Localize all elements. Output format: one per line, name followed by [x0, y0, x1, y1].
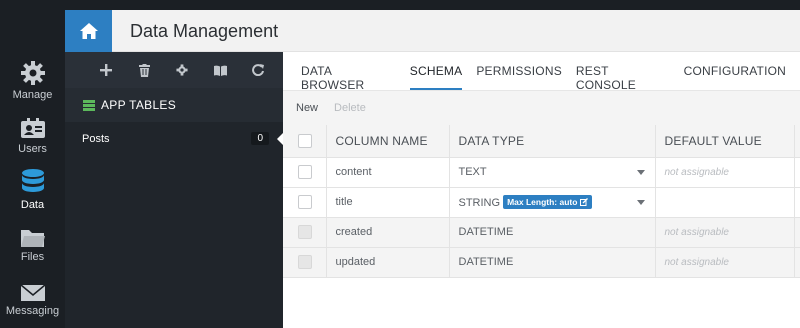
add-table-button[interactable] [87, 64, 125, 76]
tab-schema[interactable]: SCHEMA [409, 64, 463, 90]
default-value-cell: not assignable [655, 247, 795, 278]
chevron-down-icon[interactable] [636, 169, 645, 175]
row-checkbox[interactable] [298, 195, 312, 209]
app-tables-header: APP TABLES [65, 88, 283, 122]
rail-item-users[interactable]: Users [0, 118, 65, 155]
rail-label: Users [18, 143, 47, 155]
data-type-value: STRING [458, 197, 501, 209]
gear-icon [20, 61, 45, 85]
rail-label: Manage [12, 89, 53, 101]
default-value: not assignable [664, 167, 730, 178]
row-checkbox [298, 255, 312, 269]
default-value-cell: not assignable [655, 157, 795, 188]
tab-bar: DATA BROWSER SCHEMA PERMISSIONS REST CON… [283, 64, 800, 92]
table-row: updated DATETIME not assignable [283, 247, 800, 278]
users-icon [20, 118, 45, 138]
row-checkbox [298, 225, 312, 239]
schema-action-bar: New Delete [283, 90, 800, 125]
trash-icon [138, 63, 150, 77]
panel-toolbar [65, 52, 283, 88]
data-type-value: TEXT [458, 166, 487, 178]
docs-button[interactable] [201, 65, 239, 76]
refresh-button[interactable] [239, 64, 277, 76]
folder-icon [20, 230, 45, 247]
table-row[interactable]: content TEXT not assignable [283, 157, 800, 188]
add-icon [100, 64, 112, 76]
data-type-value: DATETIME [458, 256, 514, 268]
table-item-posts[interactable]: Posts 0 [65, 126, 284, 152]
tab-permissions[interactable]: PERMISSIONS [476, 64, 562, 90]
max-length-badge[interactable]: Max Length: auto [503, 195, 592, 209]
column-name-cell: content [326, 157, 450, 188]
select-all-checkbox[interactable] [298, 134, 312, 149]
edit-icon [579, 198, 588, 206]
data-type-value: DATETIME [458, 226, 514, 238]
column-header-name: COLUMN NAME [326, 125, 450, 158]
top-strip [65, 0, 800, 10]
column-header-type: DATA TYPE [449, 125, 656, 158]
main-content: DATA BROWSER SCHEMA PERMISSIONS REST CON… [283, 52, 800, 328]
rail-label: Files [20, 251, 45, 263]
data-type-cell[interactable]: STRING Max Length: auto [449, 187, 656, 218]
envelope-icon [20, 284, 45, 301]
tab-data-browser[interactable]: DATA BROWSER [301, 64, 396, 92]
rail-item-manage[interactable]: Manage [0, 60, 65, 101]
table-item-label: Posts [82, 133, 110, 145]
app-tables-label: APP TABLES [101, 98, 177, 112]
gear-icon [176, 64, 188, 76]
table-row: created DATETIME not assignable [283, 217, 800, 248]
rail-item-data[interactable]: Data [0, 168, 65, 211]
column-header-default: DEFAULT VALUE [655, 125, 795, 158]
tables-panel: APP TABLES Posts 0 [65, 52, 284, 328]
schema-table: COLUMN NAME DATA TYPE DEFAULT VALUE cont… [283, 125, 800, 278]
rail-item-files[interactable]: Files [0, 228, 65, 263]
data-type-cell: DATETIME [449, 217, 656, 248]
nav-rail: Manage Users Data Files Messaging [0, 0, 65, 328]
home-button[interactable] [65, 10, 112, 52]
new-column-button[interactable]: New [296, 102, 318, 114]
tab-configuration[interactable]: CONFIGURATION [684, 64, 786, 90]
table-settings-button[interactable] [163, 64, 201, 76]
default-value-cell[interactable] [655, 187, 795, 218]
default-value: not assignable [664, 227, 730, 238]
rail-item-messaging[interactable]: Messaging [0, 284, 65, 317]
home-icon [79, 23, 98, 39]
default-value-cell: not assignable [655, 217, 795, 248]
table-row[interactable]: title STRING Max Length: auto [283, 187, 800, 218]
delete-table-button[interactable] [125, 63, 163, 77]
refresh-icon [252, 64, 264, 76]
select-all-cell [283, 125, 327, 158]
chevron-down-icon[interactable] [636, 199, 645, 205]
default-value: not assignable [664, 257, 730, 268]
column-name-cell: title [326, 187, 450, 218]
rail-label: Messaging [5, 305, 60, 317]
delete-column-button: Delete [334, 102, 366, 114]
row-checkbox[interactable] [298, 165, 312, 179]
tab-rest-console[interactable]: REST CONSOLE [576, 64, 670, 92]
table-header-row: COLUMN NAME DATA TYPE DEFAULT VALUE [283, 125, 800, 158]
table-icon [83, 99, 95, 111]
app-header: Data Management [65, 10, 800, 52]
database-icon [21, 169, 44, 192]
book-icon [213, 65, 227, 76]
column-name-cell: updated [326, 247, 450, 278]
data-type-cell: DATETIME [449, 247, 656, 278]
rail-label: Data [20, 199, 45, 211]
column-name-cell: created [326, 217, 450, 248]
record-count-badge: 0 [251, 132, 269, 145]
data-type-cell[interactable]: TEXT [449, 157, 656, 188]
page-title: Data Management [130, 21, 279, 41]
